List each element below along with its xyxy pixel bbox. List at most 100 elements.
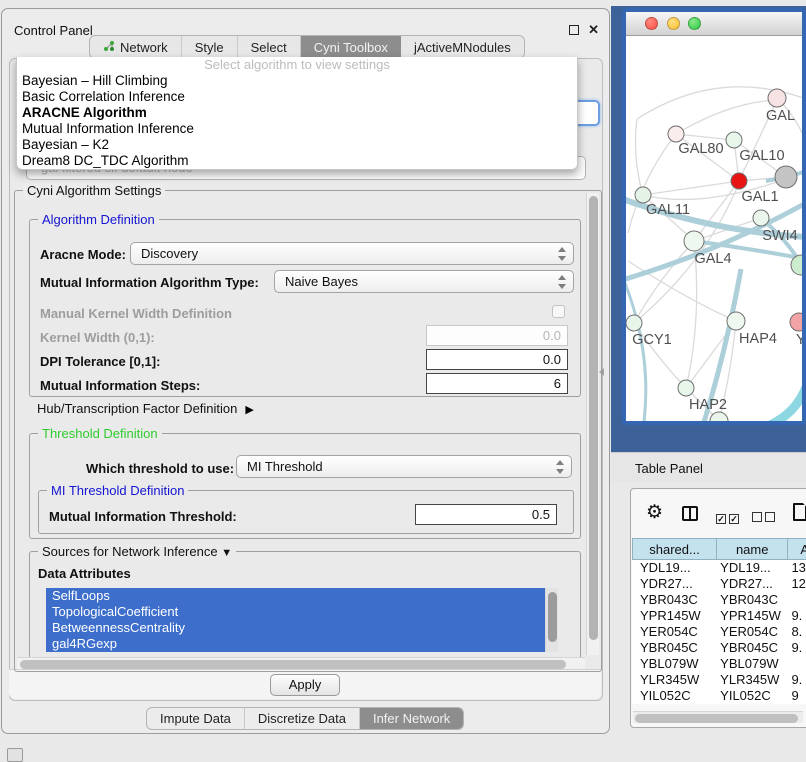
- sources-group-title[interactable]: Sources for Network Inference ▼: [38, 544, 236, 559]
- mac-minimize-icon[interactable]: [667, 17, 680, 30]
- aracne-mode-select[interactable]: Discovery: [130, 242, 574, 265]
- dpi-tolerance-label: DPI Tolerance [0,1]:: [40, 354, 160, 369]
- network-node[interactable]: [727, 312, 745, 330]
- tab-discretize-data[interactable]: Discretize Data: [245, 708, 360, 729]
- network-window-titlebar[interactable]: [626, 12, 802, 36]
- columns-icon[interactable]: [682, 506, 698, 521]
- table-row[interactable]: YBL079W YBL079W: [632, 656, 806, 672]
- close-window-icon[interactable]: ✕: [588, 22, 599, 38]
- mi-steps-field[interactable]: 6: [426, 373, 568, 394]
- network-node[interactable]: [726, 132, 742, 148]
- table-row[interactable]: YLR345W YLR345W 9.: [632, 672, 806, 688]
- cell-shared-name: YDR27...: [632, 576, 716, 592]
- table-row[interactable]: YDL19... YDL19... 13: [632, 560, 806, 576]
- unselect-all-columns-icon[interactable]: [752, 509, 778, 527]
- table-row[interactable]: YPR145W YPR145W 9.: [632, 608, 806, 624]
- tab-cyni-toolbox[interactable]: Cyni Toolbox: [301, 36, 401, 58]
- which-threshold-value: MI Threshold: [247, 459, 323, 474]
- table-row[interactable]: YDR27... YDR27... 12: [632, 576, 806, 592]
- apply-footer: Apply: [9, 669, 601, 699]
- manual-kernel-width-checkbox[interactable]: [552, 305, 565, 318]
- tab-infer-network[interactable]: Infer Network: [360, 708, 463, 729]
- mi-threshold-group-title: MI Threshold Definition: [47, 483, 188, 498]
- tab-style[interactable]: Style: [182, 36, 238, 58]
- cell-shared-name: YBL079W: [632, 656, 716, 672]
- apply-button[interactable]: Apply: [270, 674, 340, 696]
- attribute-item-selected[interactable]: BetweennessCentrality: [46, 620, 558, 636]
- algorithm-option[interactable]: Basic Correlation Inference: [17, 89, 577, 105]
- data-attributes-list[interactable]: SelfLoops TopologicalCoefficient Between…: [46, 588, 558, 652]
- tab-network[interactable]: Network: [90, 36, 182, 58]
- algorithm-option-selected[interactable]: ARACNE Algorithm: [17, 105, 577, 121]
- table-horizontal-scrollbar[interactable]: [633, 711, 803, 723]
- tab-jactivemnodules-label: jActiveMNodules: [414, 40, 511, 55]
- stepper-icon: [557, 275, 566, 289]
- algorithm-option[interactable]: Bayesian – Hill Climbing: [17, 73, 577, 89]
- attribute-item-selected[interactable]: gal4RGexp: [46, 636, 558, 652]
- settings-vertical-scrollbar[interactable]: [586, 193, 599, 655]
- attribute-item-selected[interactable]: TopologicalCoefficient: [46, 604, 558, 620]
- cell-name: YER054C: [716, 624, 787, 640]
- cell-value: 9.: [787, 608, 806, 624]
- attribute-item-selected[interactable]: SelfLoops: [46, 588, 558, 604]
- table-row[interactable]: YBR045C YBR045C 9.: [632, 640, 806, 656]
- mi-steps-label: Mutual Information Steps:: [40, 378, 200, 393]
- column-header[interactable]: A: [787, 538, 806, 560]
- cell-name: YIL052C: [716, 688, 787, 704]
- select-all-columns-icon[interactable]: ✓✓: [716, 509, 742, 527]
- network-canvas[interactable]: GAL GAL80 GAL10 GAL1 GAL11 SWI4 GAL4 GCY…: [626, 36, 802, 421]
- network-node[interactable]: [775, 166, 797, 188]
- mi-algorithm-type-select[interactable]: Naive Bayes: [274, 270, 574, 293]
- table-panel-titlebar: Table Panel: [611, 452, 806, 482]
- cell-shared-name: YLR345W: [632, 672, 716, 688]
- tab-jactivemnodules[interactable]: jActiveMNodules: [401, 36, 524, 58]
- network-node[interactable]: [753, 210, 769, 226]
- algorithm-option[interactable]: Dream8 DC_TDC Algorithm: [17, 153, 577, 169]
- which-threshold-select[interactable]: MI Threshold: [236, 455, 572, 478]
- mi-threshold-group: MI Threshold Definition Mutual Informati…: [38, 490, 574, 534]
- tab-impute-data[interactable]: Impute Data: [147, 708, 245, 729]
- network-node[interactable]: [684, 231, 704, 251]
- network-graph: GAL GAL80 GAL10 GAL1 GAL11 SWI4 GAL4 GCY…: [626, 36, 802, 421]
- table-row[interactable]: YER054C YER054C 8.: [632, 624, 806, 640]
- node-label: GAL4: [694, 251, 731, 267]
- tab-cyni-toolbox-label: Cyni Toolbox: [314, 40, 388, 55]
- settings-horizontal-scrollbar[interactable]: [17, 657, 585, 669]
- network-node[interactable]: [710, 412, 728, 421]
- sources-title-label: Sources for Network Inference: [42, 544, 218, 559]
- network-node[interactable]: [790, 313, 802, 331]
- float-window-icon[interactable]: [569, 25, 579, 35]
- network-node[interactable]: [635, 187, 651, 203]
- mi-threshold-field[interactable]: 0.5: [415, 504, 557, 525]
- gear-icon[interactable]: ⚙: [646, 504, 663, 522]
- network-node[interactable]: [768, 89, 786, 107]
- algorithm-option[interactable]: Bayesian – K2: [17, 137, 577, 153]
- which-threshold-label: Which threshold to use:: [86, 461, 234, 476]
- sources-group: Sources for Network Inference ▼ Data Att…: [29, 551, 581, 663]
- expanded-arrow-icon: ▼: [221, 547, 232, 559]
- mac-zoom-icon[interactable]: [688, 17, 701, 30]
- export-table-icon[interactable]: [793, 503, 806, 521]
- network-view-window[interactable]: GAL GAL80 GAL10 GAL1 GAL11 SWI4 GAL4 GCY…: [622, 8, 806, 425]
- column-header[interactable]: shared...: [632, 538, 716, 560]
- tab-select[interactable]: Select: [238, 36, 301, 58]
- mac-close-icon[interactable]: [645, 17, 658, 30]
- algorithm-dropdown-placeholder: Select algorithm to view settings: [17, 57, 577, 73]
- cyni-algorithm-settings-group: Cyni Algorithm Settings Algorithm Defini…: [14, 190, 602, 672]
- node-label: HAP2: [689, 397, 727, 413]
- algorithm-option[interactable]: Mutual Information Inference: [17, 121, 577, 137]
- dock-panel-icon[interactable]: [7, 748, 23, 762]
- node-label: SWI4: [762, 228, 797, 244]
- cell-shared-name: YDL19...: [632, 560, 716, 576]
- network-node[interactable]: [731, 173, 747, 189]
- list-scrollbar[interactable]: [545, 588, 558, 652]
- column-header[interactable]: name: [716, 538, 787, 560]
- kernel-width-field[interactable]: 0.0: [426, 325, 568, 346]
- dpi-tolerance-field[interactable]: 0.0: [426, 349, 568, 370]
- table-row[interactable]: YIL052C YIL052C 9: [632, 688, 806, 704]
- network-node[interactable]: [626, 315, 642, 331]
- hub-section-toggle[interactable]: Hub/Transcription Factor Definition▶: [37, 401, 254, 416]
- table-row[interactable]: YBR043C YBR043C: [632, 592, 806, 608]
- network-node[interactable]: [678, 380, 694, 396]
- network-node[interactable]: [668, 126, 684, 142]
